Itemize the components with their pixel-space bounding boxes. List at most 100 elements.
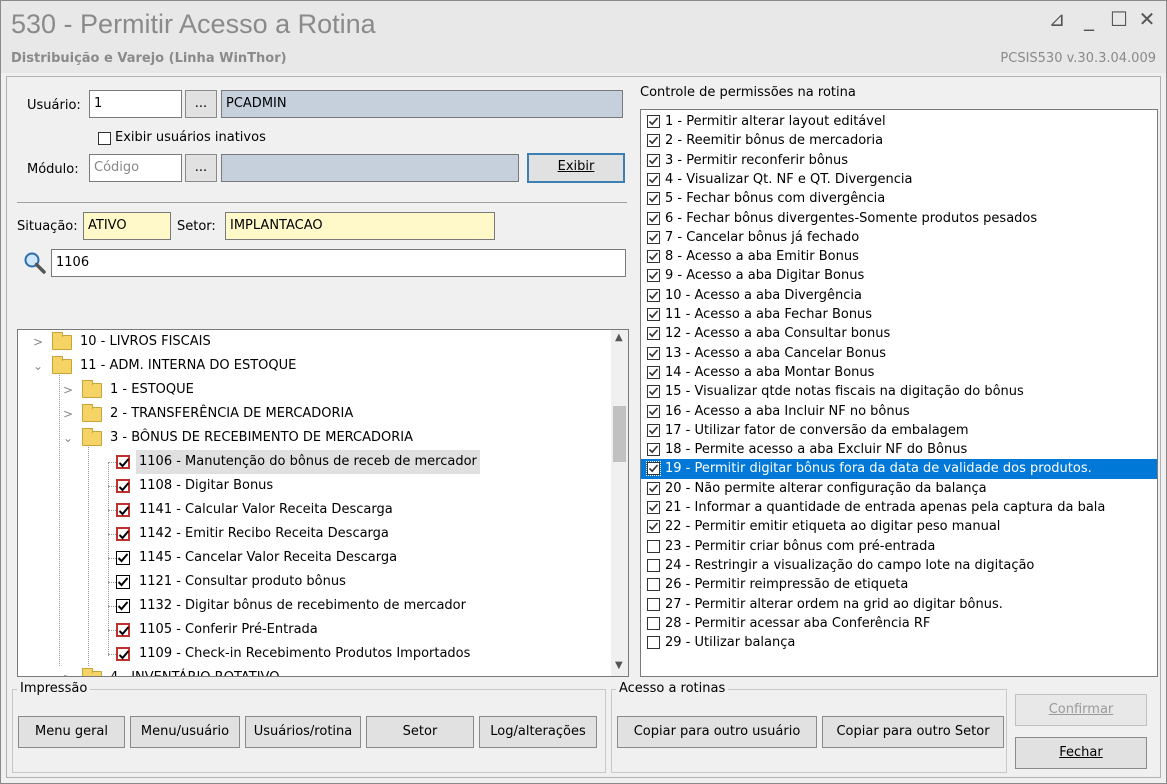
checked-checkbox-icon[interactable] [647, 134, 660, 148]
permissions-header: Controle de permissões na rotina [640, 85, 856, 100]
unchecked-checkbox-icon[interactable] [647, 597, 660, 611]
checkbox-icon[interactable] [116, 599, 130, 613]
checked-checkbox-icon[interactable] [647, 404, 660, 418]
unchecked-checkbox-icon[interactable] [647, 558, 660, 572]
permission-item[interactable]: 10 - Acesso a aba Divergência [641, 286, 1157, 305]
red-checkbox-icon[interactable] [116, 503, 130, 517]
checked-checkbox-icon[interactable] [647, 423, 660, 437]
checked-checkbox-icon[interactable] [647, 346, 660, 360]
checked-checkbox-icon[interactable] [647, 481, 660, 495]
chevron-right-icon[interactable]: > [62, 666, 74, 676]
checked-checkbox-icon[interactable] [647, 230, 660, 244]
permission-item[interactable]: 24 - Restringir a visualização do campo … [641, 556, 1157, 575]
checked-checkbox-icon[interactable] [647, 520, 660, 534]
checked-checkbox-icon[interactable] [647, 501, 660, 514]
exibir-button[interactable]: Exibir [527, 153, 625, 183]
permissions-list[interactable]: 1 - Permitir alterar layout editável 2 - … [640, 109, 1158, 677]
scroll-down-icon[interactable]: ▼ [615, 660, 623, 671]
copiar-setor-button[interactable]: Copiar para outro Setor [822, 716, 1004, 748]
log-alteracoes-button[interactable]: Log/alterações [479, 716, 597, 748]
tree-item[interactable]: 1106 - Manutenção do bônus de receb de m… [18, 450, 613, 474]
red-checkbox-icon[interactable] [116, 623, 130, 637]
chevron-right-icon[interactable]: > [62, 378, 74, 402]
menu-usuario-button[interactable]: Menu/usuário [130, 716, 240, 748]
search-input[interactable]: 1106 [51, 249, 626, 277]
chevron-down-icon[interactable]: ⌄ [32, 354, 44, 378]
checked-checkbox-icon[interactable] [647, 443, 660, 457]
inativos-checkbox[interactable] [98, 132, 111, 145]
permission-item[interactable]: 3 - Permitir reconferir bônus [641, 151, 1157, 170]
checked-checkbox-icon[interactable] [647, 153, 660, 167]
checked-checkbox-icon[interactable] [647, 385, 660, 399]
checked-checkbox-icon[interactable] [647, 269, 660, 283]
permission-item[interactable]: 6 - Fechar bônus divergentes-Somente pro… [641, 209, 1157, 228]
minimize-icon[interactable]: _ [1078, 7, 1100, 31]
setor-button[interactable]: Setor [366, 716, 474, 748]
unchecked-checkbox-icon[interactable] [647, 578, 660, 592]
usuarios-rotina-button[interactable]: Usuários/rotina [245, 716, 361, 748]
permission-item[interactable]: 22 - Permitir emitir etiqueta ao digitar… [641, 517, 1157, 536]
copiar-usuario-button[interactable]: Copiar para outro usuário [617, 716, 817, 748]
permission-item[interactable]: 4 - Visualizar Qt. NF e QT. Divergencia [641, 170, 1157, 189]
restore-down-icon[interactable]: ⊿ [1046, 7, 1068, 31]
checked-checkbox-icon[interactable] [646, 461, 661, 477]
checked-checkbox-icon[interactable] [647, 308, 660, 321]
unchecked-checkbox-icon[interactable] [647, 616, 660, 630]
permission-item[interactable]: 12 - Acesso a aba Consultar bonus [641, 324, 1157, 343]
red-checkbox-icon[interactable] [116, 527, 130, 541]
permission-item[interactable]: 13 - Acesso a aba Cancelar Bonus [641, 344, 1157, 363]
red-checkbox-icon[interactable] [116, 479, 130, 493]
permission-item[interactable]: 8 - Acesso a aba Emitir Bonus [641, 247, 1157, 266]
permission-item[interactable]: 21 - Informar a quantidade de entrada ap… [641, 498, 1157, 517]
permission-item[interactable]: 26 - Permitir reimpressão de etiqueta [641, 575, 1157, 594]
close-icon[interactable]: ✕ [1136, 7, 1158, 31]
unchecked-checkbox-icon[interactable] [647, 636, 660, 650]
confirmar-button[interactable]: Confirmar [1015, 694, 1147, 726]
permission-label: 16 - Acesso a aba Incluir NF no bônus [665, 403, 910, 419]
menu-geral-button[interactable]: Menu geral [18, 716, 125, 748]
maximize-icon[interactable]: ☐ [1108, 7, 1130, 31]
routine-tree[interactable]: > 10 - LIVROS FISCAIS ⌄ 11 - ADM. INTERN… [17, 329, 629, 677]
checked-checkbox-icon[interactable] [647, 327, 660, 341]
checkbox-icon[interactable] [116, 551, 130, 565]
checked-checkbox-icon[interactable] [647, 211, 660, 225]
scrollbar-thumb[interactable] [613, 406, 626, 462]
modulo-lookup-button[interactable]: ... [185, 154, 217, 182]
permission-item[interactable]: 29 - Utilizar balança [641, 633, 1157, 652]
permission-item[interactable]: 18 - Permite acesso a aba Excluir NF do … [641, 440, 1157, 459]
permission-item[interactable]: 27 - Permitir alterar ordem na grid ao d… [641, 595, 1157, 614]
tree-scrollbar[interactable]: ▲ ▼ [611, 330, 628, 676]
chevron-right-icon[interactable]: > [32, 330, 44, 354]
fechar-button[interactable]: Fechar [1015, 737, 1147, 769]
scroll-up-icon[interactable]: ▲ [615, 332, 623, 343]
checked-checkbox-icon[interactable] [647, 172, 660, 186]
usuario-code-input[interactable]: 1 [89, 90, 182, 118]
checked-checkbox-icon[interactable] [647, 250, 660, 264]
permission-item[interactable]: 17 - Utilizar fator de conversão da emba… [641, 421, 1157, 440]
permission-item[interactable]: 14 - Acesso a aba Montar Bonus [641, 363, 1157, 382]
chevron-down-icon[interactable]: ⌄ [62, 426, 74, 450]
red-checkbox-icon[interactable] [116, 647, 130, 661]
checked-checkbox-icon[interactable] [647, 192, 660, 206]
checked-checkbox-icon[interactable] [647, 115, 660, 128]
permission-item[interactable]: 28 - Permitir acessar aba Conferência RF [641, 614, 1157, 633]
usuario-lookup-button[interactable]: ... [185, 90, 217, 118]
permission-item[interactable]: 15 - Visualizar qtde notas fiscais na di… [641, 382, 1157, 401]
checked-checkbox-icon[interactable] [647, 288, 660, 302]
permission-item[interactable]: 7 - Cancelar bônus já fechado [641, 228, 1157, 247]
unchecked-checkbox-icon[interactable] [647, 539, 660, 553]
permission-item[interactable]: 16 - Acesso a aba Incluir NF no bônus [641, 402, 1157, 421]
permission-item[interactable]: 19 - Permitir digitar bônus fora da data… [641, 459, 1157, 479]
permission-item[interactable]: 11 - Acesso a aba Fechar Bonus [641, 305, 1157, 324]
modulo-code-input[interactable]: Código [89, 154, 182, 182]
checked-checkbox-icon[interactable] [647, 365, 660, 379]
chevron-right-icon[interactable]: > [62, 402, 74, 426]
red-checkbox-icon[interactable] [116, 455, 130, 469]
permission-item[interactable]: 20 - Não permite alterar configuração da… [641, 479, 1157, 498]
permission-item[interactable]: 1 - Permitir alterar layout editável [641, 112, 1157, 131]
permission-item[interactable]: 5 - Fechar bônus com divergência [641, 189, 1157, 208]
permission-item[interactable]: 23 - Permitir criar bônus com pré-entrad… [641, 537, 1157, 556]
permission-item[interactable]: 9 - Acesso a aba Digitar Bonus [641, 266, 1157, 285]
checkbox-icon[interactable] [116, 575, 130, 589]
permission-item[interactable]: 2 - Reemitir bônus de mercadoria [641, 131, 1157, 150]
